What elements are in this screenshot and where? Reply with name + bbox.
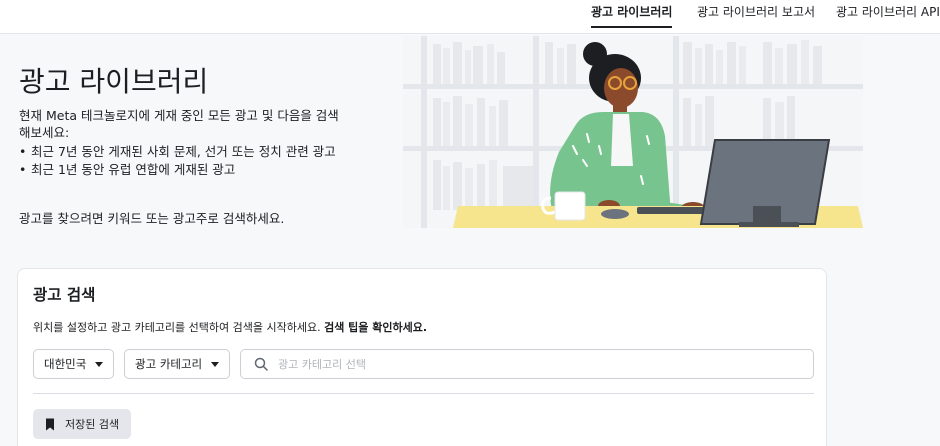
country-dropdown[interactable]: 대한민국 — [33, 349, 115, 379]
ad-search-card: 광고 검색 위치를 설정하고 광고 카테고리를 선택하여 검색을 시작하세요. … — [17, 268, 827, 446]
search-tips-link[interactable]: 검색 팁을 확인하세요. — [324, 321, 427, 334]
ad-category-dropdown-value: 광고 카테고리 — [135, 357, 203, 371]
hero-intro-text: 현재 Meta 테크놀로지에 게재 중인 모든 광고 및 다음을 검색해보세요: — [19, 108, 339, 140]
ad-category-dropdown[interactable]: 광고 카테고리 — [124, 349, 231, 379]
ad-search-description-text: 위치를 설정하고 광고 카테고리를 선택하여 검색을 시작하세요. — [33, 321, 325, 334]
saved-searches-label: 저장된 검색 — [65, 418, 120, 431]
search-icon — [254, 357, 268, 371]
caret-down-icon — [211, 361, 220, 367]
tab-ad-library[interactable]: 광고 라이브러리 — [591, 3, 672, 20]
country-dropdown-value: 대한민국 — [44, 357, 87, 371]
page-title: 광고 라이브러리 — [19, 65, 209, 98]
caret-down-icon — [95, 361, 104, 367]
keyboard — [637, 207, 707, 214]
bullet-political-ads: 최근 7년 동안 게재된 사회 문제, 선거 또는 정치 관련 광고 — [19, 144, 349, 160]
monitor — [699, 139, 831, 227]
hero-footer-text: 광고를 찾으려면 키워드 또는 광고주로 검색하세요. — [19, 211, 285, 226]
tab-ad-library-api[interactable]: 광고 라이브러리 API — [836, 3, 940, 20]
ad-search-description: 위치를 설정하고 광고 카테고리를 선택하여 검색을 시작하세요. 검색 팁을 … — [33, 319, 427, 335]
saved-searches-button[interactable]: 저장된 검색 — [33, 409, 132, 439]
bullet-eu-ads: 최근 1년 동안 유럽 연합에 게재된 광고 — [19, 162, 349, 178]
active-tab-underline — [591, 26, 672, 28]
bookmark-icon — [46, 418, 54, 430]
ad-library-page: 광고 라이브러리 광고 라이브러리 보고서 광고 라이브러리 API 광고 라이… — [0, 0, 940, 446]
tab-ad-library-report[interactable]: 광고 라이브러리 보고서 — [697, 3, 815, 20]
search-box[interactable] — [240, 349, 814, 379]
hero-bullet-list: 최근 7년 동안 게재된 사회 문제, 선거 또는 정치 관련 광고 최근 1년… — [19, 144, 349, 180]
search-input[interactable] — [278, 357, 778, 371]
mouse — [601, 209, 629, 219]
top-navigation: 광고 라이브러리 광고 라이브러리 보고서 광고 라이브러리 API — [0, 0, 940, 34]
card-divider — [33, 393, 814, 394]
hero-illustration — [403, 36, 863, 228]
ad-search-title: 광고 검색 — [33, 286, 96, 304]
